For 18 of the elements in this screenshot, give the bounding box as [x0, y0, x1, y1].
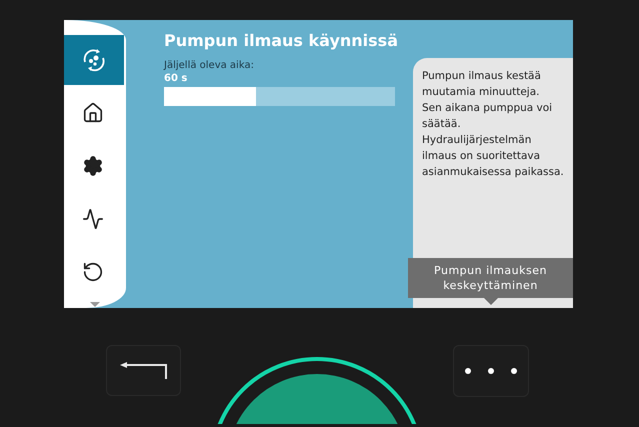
- home-icon: [82, 102, 104, 124]
- remaining-time-label: Jäljellä oleva aika:: [164, 59, 255, 72]
- settings-icon: [82, 155, 104, 177]
- pulse-icon: [82, 208, 104, 230]
- info-text: Sen aikana pumppua voi säätää.: [422, 101, 554, 132]
- scroll-down-icon: [90, 302, 100, 307]
- more-button[interactable]: [453, 345, 529, 397]
- back-button[interactable]: [106, 345, 181, 396]
- remaining-time-value: 60 s: [164, 73, 188, 85]
- circular-arrows-icon: [81, 47, 107, 73]
- screen-title: Pumpun ilmaus käynnissä: [164, 31, 399, 51]
- pointer-icon: [484, 298, 498, 305]
- cancel-venting-button[interactable]: Pumpun ilmauksen keskeyttäminen: [408, 258, 573, 298]
- info-text: Pumpun ilmaus kestää muutamia minuutteja.: [422, 69, 542, 100]
- info-text: Hydraulijärjestelmän ilmaus on suoritettava asianmukaisessa paikassa.: [422, 133, 565, 180]
- return-arrow-icon: [120, 362, 168, 380]
- more-dots-icon: [464, 367, 518, 375]
- undo-icon: [82, 261, 104, 283]
